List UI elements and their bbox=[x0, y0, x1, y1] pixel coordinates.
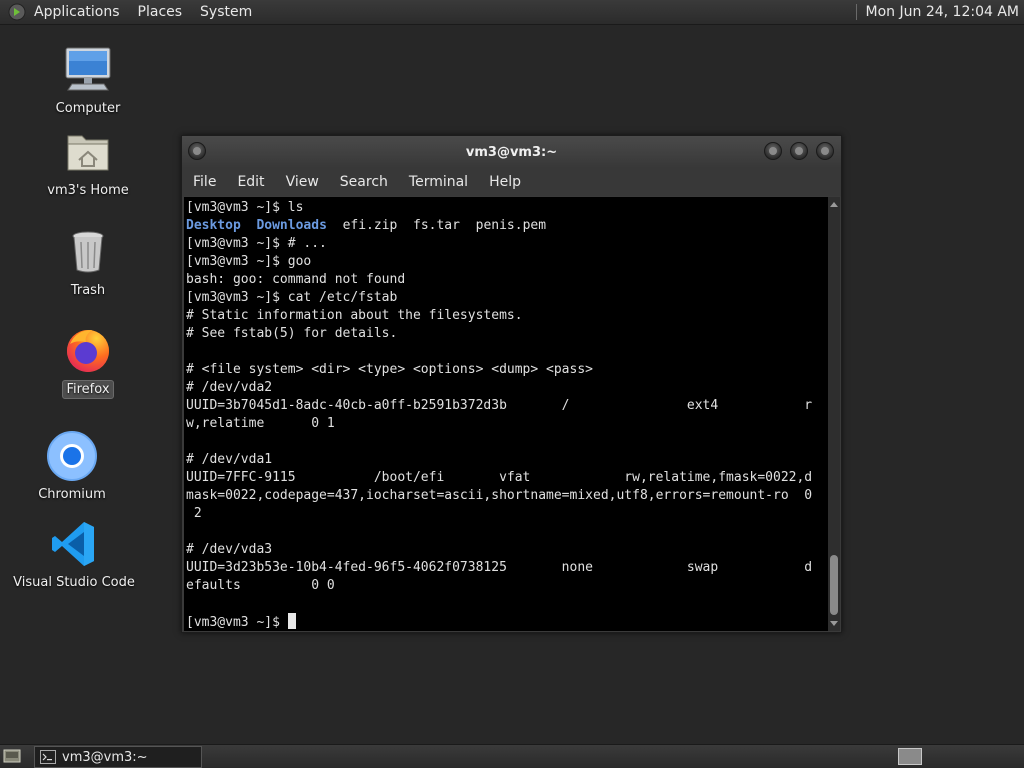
terminal-line-text: # Static information about the filesyste… bbox=[186, 308, 523, 323]
terminal-line: [vm3@vm3 ~]$ goo bbox=[186, 253, 828, 271]
desktop-icon-label: Computer bbox=[55, 101, 121, 116]
terminal-line: # /dev/vda1 bbox=[186, 451, 828, 469]
ls-directory-entry: Downloads bbox=[256, 218, 327, 233]
terminal-line-text: [vm3@vm3 ~]$ ls bbox=[186, 200, 304, 215]
trash-icon bbox=[62, 226, 114, 278]
terminal-output[interactable]: [vm3@vm3 ~]$ ls Desktop Downloads efi.zip… bbox=[184, 197, 828, 631]
terminal-line: [vm3@vm3 ~]$ ls bbox=[186, 199, 828, 217]
terminal-line: UUID=3b7045d1-8adc-40cb-a0ff-b2591b372d3… bbox=[186, 397, 828, 415]
menu-file[interactable]: File bbox=[193, 174, 216, 190]
vscode-icon bbox=[48, 518, 100, 570]
desktop-icon-home[interactable]: vm3's Home bbox=[28, 126, 148, 199]
terminal-line-text: 2 bbox=[186, 506, 202, 521]
terminal-scrollbar[interactable] bbox=[828, 197, 840, 631]
system-menu[interactable]: System bbox=[200, 4, 252, 20]
applications-menu[interactable]: Applications bbox=[34, 4, 120, 20]
taskbar-task-terminal[interactable]: vm3@vm3:~ bbox=[34, 746, 202, 768]
ls-directory-entry: Desktop bbox=[186, 218, 241, 233]
ls-file-entries: efi.zip fs.tar penis.pem bbox=[342, 218, 547, 233]
window-menu-button[interactable] bbox=[188, 142, 206, 160]
bottom-panel: vm3@vm3:~ bbox=[0, 744, 1024, 768]
desktop-icon-label: Firefox bbox=[62, 380, 114, 399]
menu-terminal[interactable]: Terminal bbox=[409, 174, 468, 190]
chromium-icon bbox=[46, 430, 98, 482]
menu-help[interactable]: Help bbox=[489, 174, 521, 190]
terminal-cursor bbox=[287, 613, 296, 629]
terminal-line-text: efaults 0 0 bbox=[186, 578, 335, 593]
home-folder-icon bbox=[62, 126, 114, 178]
terminal-line: # /dev/vda3 bbox=[186, 541, 828, 559]
terminal-line-text: [vm3@vm3 ~]$ cat /etc/fstab bbox=[186, 290, 398, 305]
terminal-line-text: [vm3@vm3 ~]$ goo bbox=[186, 254, 312, 269]
scroll-up-arrow[interactable] bbox=[830, 202, 838, 207]
workspace-switcher[interactable] bbox=[898, 748, 922, 765]
menu-search[interactable]: Search bbox=[340, 174, 388, 190]
menu-edit[interactable]: Edit bbox=[237, 174, 264, 190]
terminal-line-text: # See fstab(5) for details. bbox=[186, 326, 398, 341]
terminal-line: [vm3@vm3 ~]$ # ... bbox=[186, 235, 828, 253]
minimize-button[interactable] bbox=[764, 142, 782, 160]
terminal-line: # Static information about the filesyste… bbox=[186, 307, 828, 325]
desktop-icon-firefox[interactable]: Firefox bbox=[28, 324, 148, 399]
desktop-icon-label: Trash bbox=[70, 283, 106, 298]
terminal-icon bbox=[40, 750, 56, 764]
terminal-line: # /dev/vda2 bbox=[186, 379, 828, 397]
desktop-icon-trash[interactable]: Trash bbox=[28, 226, 148, 299]
menu-view[interactable]: View bbox=[286, 174, 319, 190]
terminal-line: UUID=7FFC-9115 /boot/efi vfat rw,relatim… bbox=[186, 469, 828, 487]
desktop-icon-label: Visual Studio Code bbox=[13, 575, 135, 590]
terminal-line-text: [vm3@vm3 ~]$ # ... bbox=[186, 236, 327, 251]
terminal-line: w,relatime 0 1 bbox=[186, 415, 828, 433]
desktop-icon-vscode[interactable]: Visual Studio Code bbox=[13, 518, 135, 591]
terminal-line-text: # /dev/vda1 bbox=[186, 452, 273, 467]
close-button[interactable] bbox=[816, 142, 834, 160]
terminal-line-text: # /dev/vda3 bbox=[186, 542, 273, 557]
terminal-line: 2 bbox=[186, 505, 828, 523]
scroll-thumb[interactable] bbox=[830, 555, 838, 615]
terminal-line-text: bash: goo: command not found bbox=[186, 272, 406, 287]
scroll-down-arrow[interactable] bbox=[830, 621, 838, 626]
applications-menu-icon[interactable] bbox=[8, 3, 26, 21]
terminal-line-text: # /dev/vda2 bbox=[186, 380, 273, 395]
places-menu[interactable]: Places bbox=[138, 4, 183, 20]
terminal-line-text: UUID=3b7045d1-8adc-40cb-a0ff-b2591b372d3… bbox=[186, 398, 813, 413]
taskbar-task-label: vm3@vm3:~ bbox=[62, 749, 148, 765]
terminal-line-text: w,relatime 0 1 bbox=[186, 416, 335, 431]
terminal-window: vm3@vm3:~ File Edit View Search Terminal… bbox=[181, 135, 842, 633]
terminal-line: bash: goo: command not found bbox=[186, 271, 828, 289]
panel-separator bbox=[855, 4, 857, 20]
show-desktop-icon[interactable] bbox=[3, 748, 21, 764]
desktop-icon-computer[interactable]: Computer bbox=[28, 44, 148, 117]
terminal-line-text: UUID=3d23b53e-10b4-4fed-96f5-4062f073812… bbox=[186, 560, 813, 575]
terminal-line-text: [vm3@vm3 ~]$ bbox=[186, 615, 288, 630]
terminal-line: mask=0022,codepage=437,iocharset=ascii,s… bbox=[186, 487, 828, 505]
clock[interactable]: Mon Jun 24, 12:04 AM bbox=[866, 4, 1019, 20]
terminal-line-text: UUID=7FFC-9115 /boot/efi vfat rw,relatim… bbox=[186, 470, 813, 485]
terminal-line: Desktop Downloads efi.zip fs.tar penis.p… bbox=[186, 217, 828, 235]
desktop-icon-label: Chromium bbox=[38, 487, 106, 502]
firefox-icon bbox=[62, 324, 114, 376]
maximize-button[interactable] bbox=[790, 142, 808, 160]
terminal-line-text: # <file system> <dir> <type> <options> <… bbox=[186, 362, 593, 377]
terminal-line: # See fstab(5) for details. bbox=[186, 325, 828, 343]
terminal-line: efaults 0 0 bbox=[186, 577, 828, 595]
window-menubar: File Edit View Search Terminal Help bbox=[182, 168, 841, 196]
window-title: vm3@vm3:~ bbox=[465, 144, 558, 160]
terminal-line: # <file system> <dir> <type> <options> <… bbox=[186, 361, 828, 379]
terminal-line: UUID=3d23b53e-10b4-4fed-96f5-4062f073812… bbox=[186, 559, 828, 577]
terminal-line-text: mask=0022,codepage=437,iocharset=ascii,s… bbox=[186, 488, 813, 503]
terminal-line: [vm3@vm3 ~]$ bbox=[186, 613, 828, 631]
window-titlebar[interactable]: vm3@vm3:~ bbox=[182, 136, 841, 168]
desktop-icon-chromium[interactable]: Chromium bbox=[12, 430, 132, 503]
top-panel: Applications Places System Mon Jun 24, 1… bbox=[0, 0, 1024, 25]
computer-icon bbox=[62, 44, 114, 96]
terminal-line: [vm3@vm3 ~]$ cat /etc/fstab bbox=[186, 289, 828, 307]
desktop-icon-label: vm3's Home bbox=[47, 183, 129, 198]
